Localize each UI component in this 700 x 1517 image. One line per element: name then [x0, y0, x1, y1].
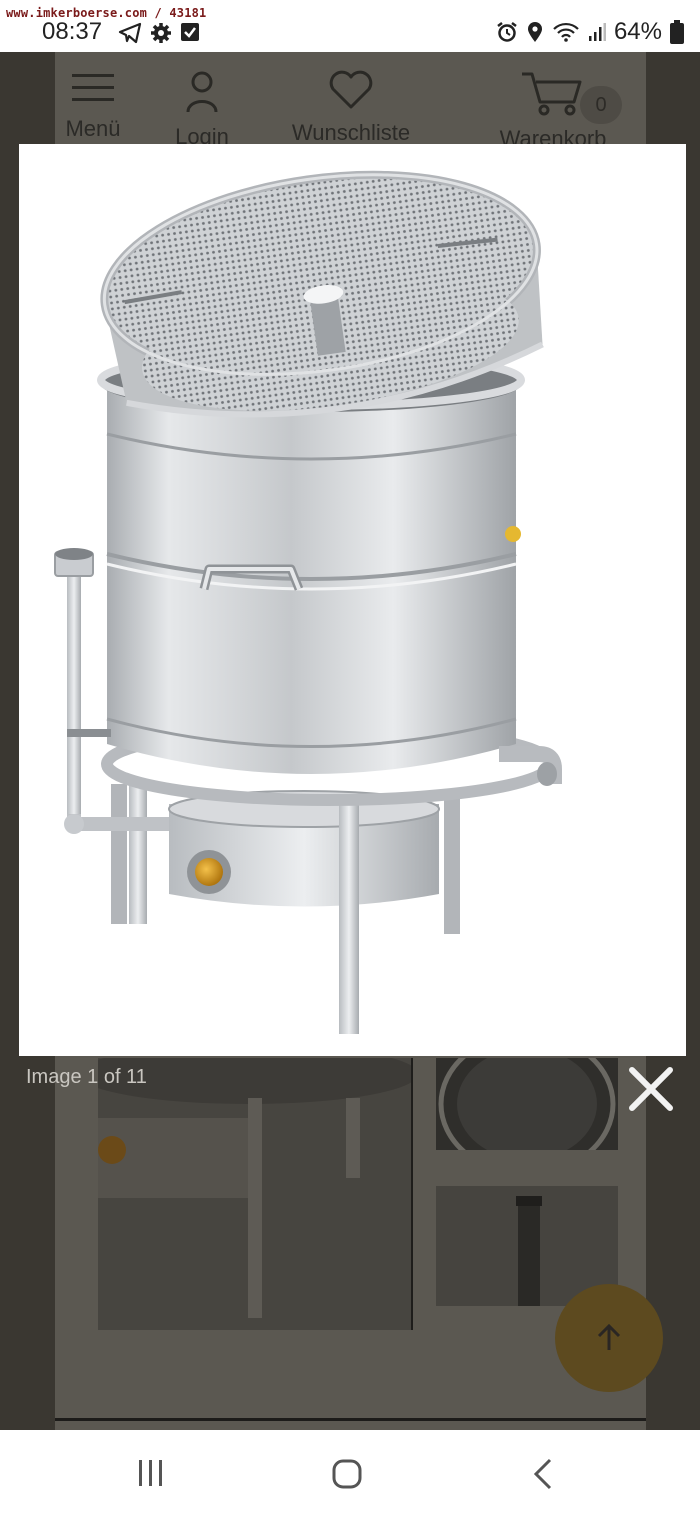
back-icon[interactable] — [532, 1458, 556, 1490]
product-image-wax-melter — [54, 170, 562, 1034]
status-bar: www.imkerboerse.com / 43181 08:37 64% — [0, 0, 700, 52]
lightbox-image — [19, 144, 686, 1056]
gallery-thumbnail[interactable] — [436, 1058, 618, 1150]
status-time: 08:37 — [42, 18, 103, 45]
battery-level: 64% — [613, 18, 662, 45]
battery-icon — [670, 20, 684, 44]
heart-icon — [329, 70, 373, 109]
user-icon — [186, 71, 218, 113]
cart-count-badge: 0 — [580, 86, 622, 124]
lightbox-close-button[interactable] — [626, 1064, 676, 1114]
settings-icon — [151, 23, 171, 43]
recent-apps-icon[interactable] — [136, 1458, 166, 1488]
cart-icon — [522, 72, 582, 116]
gallery-divider — [411, 1058, 413, 1330]
telegram-icon — [118, 22, 142, 44]
hamburger-icon — [72, 74, 114, 101]
nav-wishlist[interactable]: Wunschliste — [268, 70, 434, 146]
lightbox-caption: Image 1 of 11 — [26, 1066, 147, 1088]
wifi-icon — [553, 22, 579, 42]
watermark-text: www.imkerboerse.com / 43181 — [6, 6, 207, 20]
location-icon — [527, 22, 542, 42]
status-right-icons: 64% — [496, 18, 684, 46]
nav-menu[interactable]: Menü — [56, 70, 130, 142]
home-icon[interactable] — [331, 1458, 363, 1490]
nav-wishlist-label: Wunschliste — [291, 120, 411, 145]
content-divider — [55, 1418, 646, 1421]
signal-icon — [588, 23, 606, 41]
status-left-icons — [118, 22, 200, 44]
close-icon — [629, 1067, 673, 1111]
scroll-to-top-button[interactable] — [555, 1284, 663, 1392]
checkbox-icon — [181, 23, 199, 41]
gallery-main-image-bg — [98, 1058, 412, 1330]
android-navigation-bar — [0, 1430, 700, 1517]
arrow-up-icon — [597, 1323, 621, 1350]
alarm-icon — [497, 22, 517, 42]
nav-menu-label: Menü — [65, 116, 121, 141]
nav-login[interactable]: Login — [162, 70, 242, 150]
